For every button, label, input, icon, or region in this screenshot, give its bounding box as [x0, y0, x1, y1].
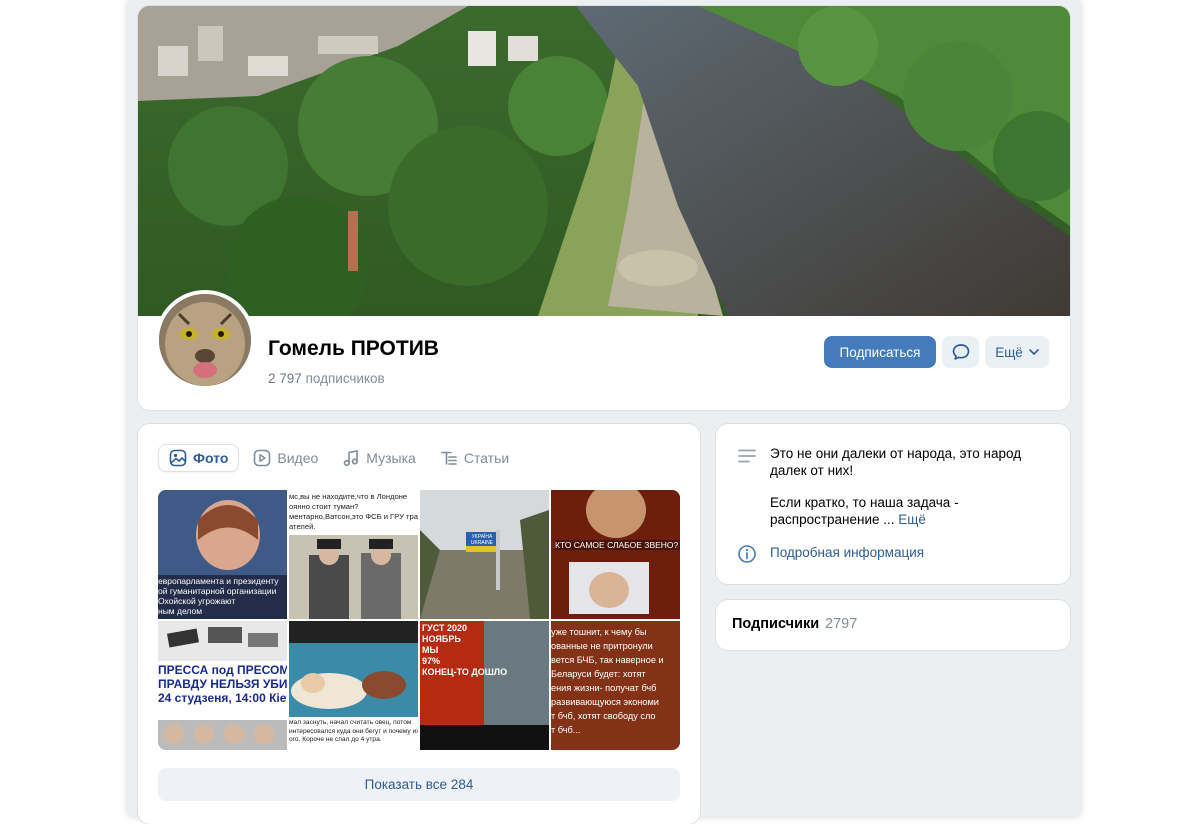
description-line-1: Это не они далеки от народа, это народ д… — [770, 446, 1022, 478]
subscribers-title: Подписчики — [732, 616, 820, 632]
photo-icon — [169, 449, 187, 467]
detailed-info-link[interactable]: Подробная информация — [770, 545, 924, 560]
photo-caption: уже тошнит, к чему бы ованные не притрон… — [551, 627, 664, 735]
photo-image — [289, 621, 418, 717]
more-button[interactable]: Ещё — [985, 336, 1049, 368]
subscribers-card[interactable]: Подписчики 2797 — [716, 600, 1070, 650]
tab-label: Статьи — [463, 450, 510, 466]
cover-image — [138, 6, 1070, 316]
lynx-avatar-image — [159, 294, 251, 386]
subscribers-card-count: 2797 — [825, 616, 858, 632]
photo-image — [551, 490, 680, 619]
more-label: Ещё — [995, 344, 1023, 360]
music-icon — [343, 450, 359, 467]
show-all-photos-button[interactable]: Показать все 284 — [158, 768, 680, 801]
description-more-link[interactable]: Ещё — [898, 512, 926, 527]
tab-music[interactable]: Музыка — [332, 444, 426, 472]
tab-label: Видео — [277, 450, 319, 466]
photo-caption: ПРЕССА под ПРЕСОМ! ПРАВДУ НЕЛЬЗЯ УБИТЬ! … — [158, 663, 287, 705]
photo-image — [158, 720, 287, 750]
photo-image — [420, 490, 549, 619]
description-icon — [738, 449, 756, 463]
photo-tile[interactable]: мал заснуть, начал считать овец, потом и… — [289, 621, 418, 750]
photo-image — [158, 621, 287, 661]
message-icon — [952, 344, 969, 360]
photo-tile[interactable]: ПРЕССА под ПРЕСОМ! ПРАВДУ НЕЛЬЗЯ УБИТЬ! … — [158, 621, 287, 750]
photo-tile[interactable]: уже тошнит, к чему бы ованные не притрон… — [551, 621, 680, 750]
media-tabs: Фото Видео Музыка Статьи — [158, 444, 519, 472]
photo-tile[interactable]: КТО САМОЕ СЛАБОЕ ЗВЕНО? — [551, 490, 680, 619]
subscribers-summary[interactable]: 2 797 подписчиков — [268, 371, 385, 386]
photo-caption: КТО САМОЕ СЛАБОЕ ЗВЕНО? — [555, 540, 680, 550]
tab-articles[interactable]: Статьи — [430, 444, 519, 472]
photo-image — [289, 535, 418, 619]
photo-caption: ГУСТ 2020 НОЯБРЬ МЫ 97% КОНЕЦ-ТО ДОШЛО — [422, 623, 508, 677]
group-name: Гомель ПРОТИВ — [268, 337, 439, 360]
tab-label: Фото — [193, 450, 229, 466]
tab-photo[interactable]: Фото — [158, 444, 240, 472]
tab-label: Музыка — [366, 450, 416, 466]
description-line-2: Если кратко, то наша задача - распростра… — [770, 495, 1055, 528]
photo-tile[interactable]: УКРАЇНА UKRAINE — [420, 490, 549, 619]
message-button[interactable] — [942, 336, 979, 368]
group-description: Это не они далеки от народа, это народ д… — [770, 446, 1055, 528]
photo-caption: мс,вы не находите,что в Лондоне оянно ст… — [289, 492, 418, 531]
info-card: Это не они далеки от народа, это народ д… — [716, 424, 1070, 584]
photo-caption: УКРАЇНА UKRAINE — [470, 534, 494, 546]
subscribe-button[interactable]: Подписаться — [824, 336, 936, 368]
photo-caption: мал заснуть, начал считать овец, потом и… — [289, 719, 418, 743]
photo-grid: европарламента и президенту ой гуманитар… — [158, 490, 680, 750]
photo-tile[interactable]: ГУСТ 2020 НОЯБРЬ МЫ 97% КОНЕЦ-ТО ДОШЛО — [420, 621, 549, 750]
subscribers-label: подписчиков — [305, 371, 385, 386]
chevron-down-icon — [1029, 349, 1039, 355]
photo-caption: европарламента и президенту ой гуманитар… — [158, 576, 279, 616]
subscribers-count: 2 797 — [268, 371, 302, 386]
group-avatar[interactable] — [155, 290, 255, 390]
info-icon — [738, 545, 756, 563]
tab-video[interactable]: Видео — [243, 444, 328, 472]
media-card: Фото Видео Музыка Статьи европарламента … — [138, 424, 700, 824]
description-text: Если кратко, то наша задача - распростра… — [770, 495, 959, 527]
video-icon — [254, 449, 271, 467]
photo-tile[interactable]: мс,вы не находите,что в Лондоне оянно ст… — [289, 490, 418, 619]
photo-tile[interactable]: европарламента и президенту ой гуманитар… — [158, 490, 287, 619]
articles-icon — [441, 451, 457, 465]
